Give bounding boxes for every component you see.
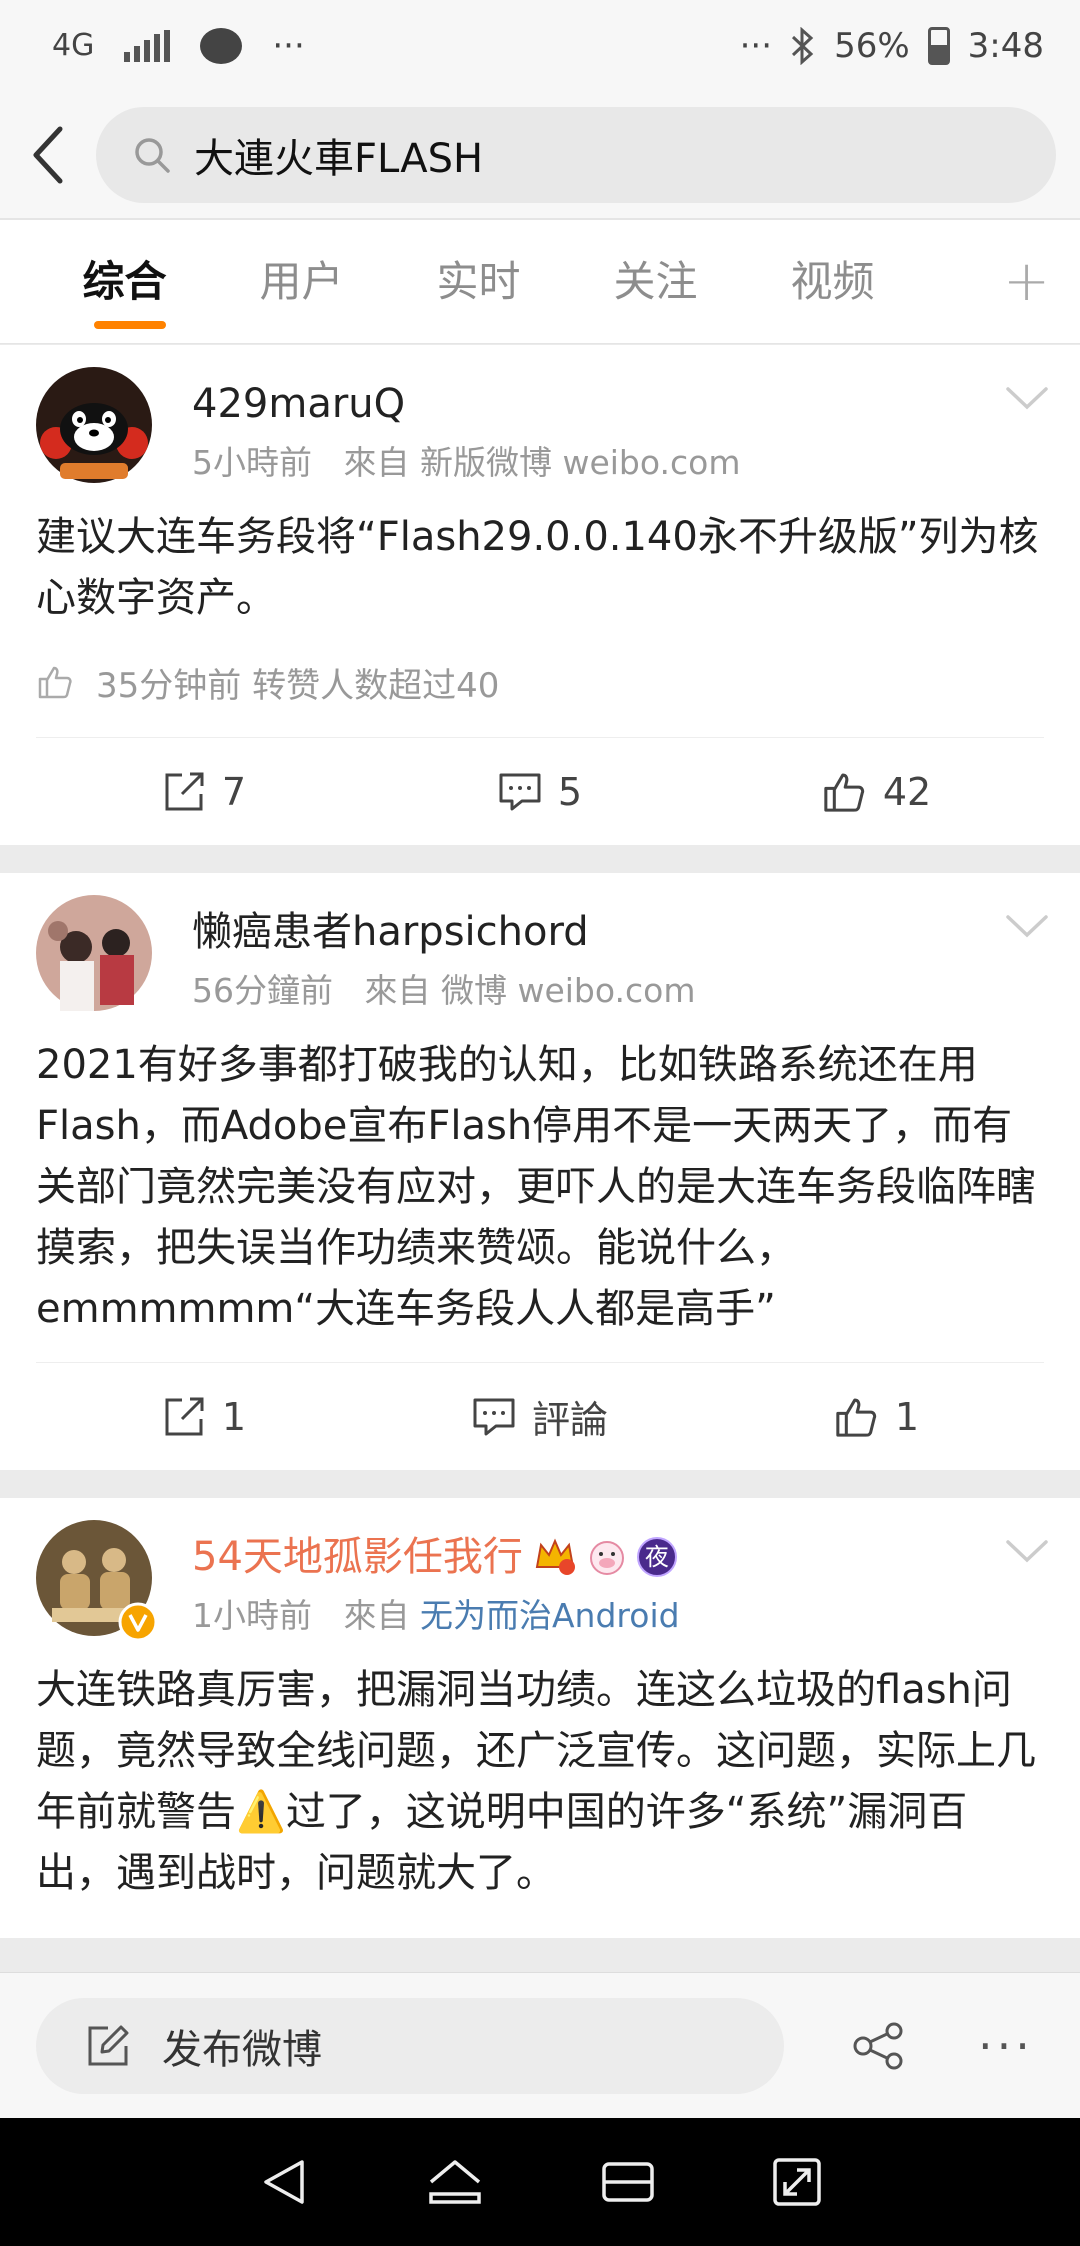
compose-post-button[interactable]: 发布微博 xyxy=(36,1997,784,2094)
post-card[interactable]: 懒癌患者harpsichord 56分鐘前 來自 微博 weibo.com 20… xyxy=(0,873,1080,1470)
post-meta: 1小時前 來自 无为而治Android xyxy=(192,1590,680,1642)
thumbs-up-icon xyxy=(38,666,72,699)
post-actions: 7 5 42 xyxy=(36,737,1044,845)
post-source: 新版微博 weibo.com xyxy=(419,443,741,482)
tab-video[interactable]: 视频 xyxy=(744,219,921,345)
back-button[interactable] xyxy=(0,92,96,218)
chevron-down-icon[interactable] xyxy=(1004,1538,1050,1566)
bear-avatar-icon xyxy=(36,367,152,483)
tab-users[interactable]: 用户 xyxy=(213,219,390,345)
username-row: 54天地孤影任我行 夜 xyxy=(192,1528,680,1586)
repost-button[interactable]: 1 xyxy=(36,1395,372,1439)
post-meta: 5小時前 來自 新版微博 weibo.com xyxy=(192,437,740,489)
compose-label: 发布微博 xyxy=(162,2026,322,2073)
tab-comprehensive[interactable]: 综合 xyxy=(36,219,213,345)
more-notifications-indicator: ··· xyxy=(272,26,305,66)
chevron-down-icon[interactable] xyxy=(1004,913,1050,941)
repost-icon xyxy=(165,1397,204,1435)
back-arrow-icon xyxy=(33,126,63,184)
battery-percent: 56% xyxy=(834,26,910,66)
battery-icon xyxy=(927,27,950,65)
expand-nav-icon[interactable] xyxy=(771,2156,823,2208)
username[interactable]: 54天地孤影任我行 xyxy=(192,1528,523,1586)
from-label: 來自 xyxy=(343,1596,410,1635)
like-count: 42 xyxy=(882,769,932,814)
search-header xyxy=(0,92,1080,218)
post-text[interactable]: 2021有好多事都打破我的认知，比如铁路系统还在用Flash，而Adobe宣布F… xyxy=(36,1035,1044,1340)
from-label: 來自 xyxy=(343,443,410,482)
post-source[interactable]: 无为而治Android xyxy=(420,1596,680,1635)
like-count: 1 xyxy=(894,1394,920,1439)
verified-badge-icon xyxy=(118,1602,158,1642)
tab-following[interactable]: 关注 xyxy=(567,219,744,345)
search-icon xyxy=(135,138,170,173)
comment-label: 評論 xyxy=(531,1398,608,1442)
status-dots: ··· xyxy=(739,26,773,66)
repost-count: 7 xyxy=(221,769,247,814)
avatar[interactable] xyxy=(36,895,152,1011)
composer-bar: 发布微博 ··· xyxy=(0,1972,1080,2118)
comment-count: 5 xyxy=(557,769,583,814)
thumbs-up-icon xyxy=(824,773,864,812)
post-meta: 56分鐘前 來自 微博 weibo.com xyxy=(192,965,695,1017)
add-tab-button[interactable]: + xyxy=(1003,249,1050,314)
chevron-down-icon[interactable] xyxy=(1004,385,1050,413)
from-label: 來自 xyxy=(364,971,431,1010)
search-input[interactable] xyxy=(194,132,994,178)
avatar[interactable] xyxy=(36,367,152,483)
comment-button[interactable]: 5 xyxy=(372,770,708,814)
share-icon[interactable] xyxy=(852,2022,906,2070)
status-bar: 4G ··· ··· 56% 3:48 xyxy=(0,0,1080,92)
app-notification-icon xyxy=(200,28,243,64)
night-badge-icon: 夜 xyxy=(636,1537,677,1577)
edit-icon xyxy=(88,2025,129,2065)
comment-icon xyxy=(499,773,541,810)
warning-icon: ⚠️ xyxy=(236,1789,286,1835)
feed: 429maruQ 5小時前 來自 新版微博 weibo.com 建议大连车务段将… xyxy=(0,345,1080,1938)
liked-info: 35分钟前 转赞人数超过40 xyxy=(36,649,1044,715)
search-field[interactable] xyxy=(96,107,1056,203)
post-card[interactable]: 429maruQ 5小時前 來自 新版微博 weibo.com 建议大连车务段将… xyxy=(0,345,1080,845)
repost-count: 1 xyxy=(221,1394,247,1439)
photo-avatar-icon xyxy=(36,895,152,1011)
network-indicator: 4G xyxy=(52,28,95,63)
home-nav-icon[interactable] xyxy=(425,2156,485,2208)
back-nav-icon[interactable] xyxy=(258,2156,310,2208)
thumbs-up-icon xyxy=(836,1398,877,1437)
pig-face-icon xyxy=(589,1541,624,1575)
post-actions: 1 評論 1 xyxy=(36,1362,1044,1470)
post-text[interactable]: 建议大连车务段将“Flash29.0.0.140永不升级版”列为核心数字资产。 xyxy=(36,507,1044,629)
tab-realtime[interactable]: 实时 xyxy=(390,219,567,345)
recents-nav-icon[interactable] xyxy=(600,2158,656,2206)
post-time: 56分鐘前 xyxy=(192,971,333,1010)
bluetooth-icon xyxy=(792,27,814,65)
like-button[interactable]: 1 xyxy=(708,1394,1044,1440)
crown-badge-icon xyxy=(535,1538,575,1575)
post-source: 微博 weibo.com xyxy=(440,971,696,1010)
avatar[interactable] xyxy=(36,1520,158,1642)
repost-icon xyxy=(165,772,204,810)
system-navigation-bar xyxy=(0,2118,1080,2246)
liked-info-text: 35分钟前 转赞人数超过40 xyxy=(96,665,500,706)
username[interactable]: 懒癌患者harpsichord xyxy=(192,903,695,961)
comment-icon xyxy=(473,1398,515,1435)
signal-icon xyxy=(124,30,171,62)
post-text[interactable]: 大连铁路真厉害，把漏洞当功绩。连这么垃圾的flash问题，竟然导致全线问题，还广… xyxy=(36,1660,1044,1904)
post-time: 1小時前 xyxy=(192,1596,312,1635)
clock: 3:48 xyxy=(967,26,1044,66)
repost-button[interactable]: 7 xyxy=(36,770,372,814)
username[interactable]: 429maruQ xyxy=(192,375,740,433)
comment-button[interactable]: 評論 xyxy=(372,1389,708,1444)
post-time: 5小時前 xyxy=(192,443,312,482)
more-options-button[interactable]: ··· xyxy=(978,2019,1034,2073)
like-button[interactable]: 42 xyxy=(708,769,1044,815)
tab-bar: 综合 用户 实时 关注 视频 + xyxy=(0,218,1080,344)
post-card[interactable]: 54天地孤影任我行 夜 1小時前 來自 无为而治Android 大连铁路真厉害，… xyxy=(0,1498,1080,1938)
